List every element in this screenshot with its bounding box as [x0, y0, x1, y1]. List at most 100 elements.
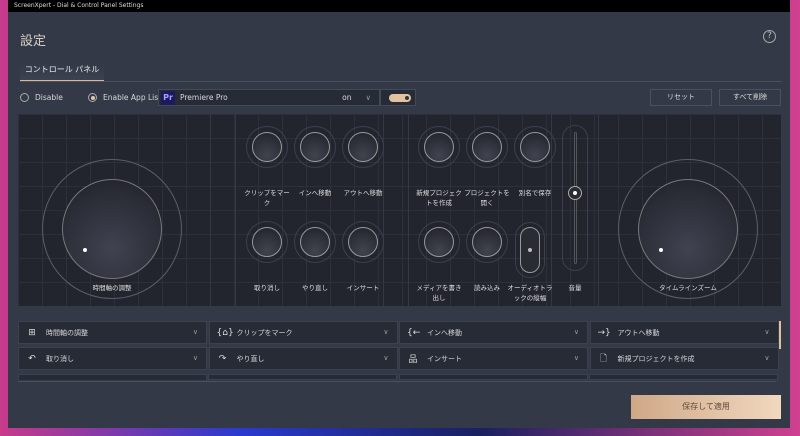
key-cap — [520, 132, 550, 162]
volume-slider[interactable] — [562, 125, 588, 271]
insert-icon: 品 — [408, 355, 418, 365]
key-cap — [252, 227, 282, 257]
page-title: 設定 — [20, 34, 47, 49]
key-label: プロジェクトを開く — [464, 189, 510, 207]
key-button[interactable] — [342, 126, 384, 168]
go-out-icon: →} — [597, 327, 611, 338]
app-state: on — [342, 93, 352, 102]
premiere-icon: Pr — [161, 90, 175, 105]
right-dial-label: タイムラインズーム — [659, 284, 717, 292]
key-cap — [348, 132, 378, 162]
assignment-label: クリップをマーク — [236, 328, 293, 337]
radio-icon — [20, 93, 29, 102]
key-label: インサート — [346, 284, 380, 292]
key-button[interactable] — [342, 221, 384, 263]
key-label: メディアを書き出し — [416, 284, 462, 302]
key-button[interactable] — [466, 126, 508, 168]
save-apply-button[interactable]: 保存して適用 — [631, 395, 781, 419]
assignment-dropdown[interactable]: ⊞ 時間軸の調整 ∨ — [18, 321, 207, 344]
key-cap — [348, 227, 378, 257]
rocker-label: オーディオトラックの縦幅 — [507, 284, 553, 302]
enable-label: Enable App List — [103, 93, 162, 102]
right-dial[interactable] — [618, 159, 758, 299]
key-cap — [300, 132, 330, 162]
assignment-dropdown[interactable]: 品インサート ∨ — [399, 347, 588, 370]
assignment-dropdown[interactable]: 🗋 新規プロジェクトを作成 ∨ — [589, 347, 779, 370]
reset-button[interactable]: リセット — [650, 89, 712, 106]
key-label: インへ移動 — [298, 189, 332, 197]
assignment-label: 取り消し — [46, 354, 74, 363]
undo-icon: ↶ — [28, 353, 36, 364]
assignment-label: 時間軸の調整 — [46, 328, 88, 337]
key-label: 別名で保存 — [518, 189, 552, 197]
tab-divider — [20, 81, 782, 82]
settings-window: ScreenXpert - Dial & Control Panel Setti… — [8, 0, 790, 428]
assignment-dropdown[interactable]: {⌂} クリップをマーク ∨ — [208, 321, 398, 344]
assignment-dropdown[interactable]: →} アウトへ移動 ∨ — [589, 321, 779, 344]
chevron-down-icon: ∨ — [192, 328, 198, 336]
slider-label: 音量 — [568, 284, 582, 292]
timeline-icon: ⊞ — [28, 327, 36, 338]
chevron-down-icon: ∨ — [365, 93, 372, 102]
key-label: アウトへ移動 — [343, 189, 383, 197]
partial-row — [18, 374, 207, 380]
redo-icon: ↷ — [218, 353, 227, 364]
assignment-label: インへ移動 — [427, 328, 462, 337]
mark-icon: {⌂} — [216, 327, 234, 338]
chevron-down-icon: ∨ — [192, 354, 198, 362]
rocker-switch[interactable] — [515, 222, 545, 278]
divider — [18, 381, 776, 382]
control-panel-preview: 時間軸の調整 タイムラインズーム オーディオトラックの縦幅 音量 クリップをマー… — [18, 114, 781, 306]
assignment-label: 新規プロジェクトを作成 — [617, 354, 695, 363]
disable-label: Disable — [35, 93, 63, 102]
key-cap — [472, 132, 502, 162]
new-file-icon: 🗋 — [599, 353, 608, 364]
chevron-down-icon: ∨ — [764, 328, 770, 336]
key-button[interactable] — [418, 221, 460, 263]
key-button[interactable] — [418, 126, 460, 168]
key-cap — [252, 132, 282, 162]
key-button[interactable] — [514, 126, 556, 168]
left-dial[interactable] — [42, 159, 182, 299]
key-label: 新規プロジェクトを作成 — [416, 189, 462, 207]
chevron-down-icon: ∨ — [383, 328, 389, 336]
assignment-dropdown[interactable]: ↶ 取り消し ∨ — [18, 347, 207, 370]
tab-control-panel[interactable]: コントロール パネル — [20, 64, 104, 81]
assignment-label: やり直し — [236, 354, 265, 363]
key-label: やり直し — [302, 284, 328, 292]
key-cap — [472, 227, 502, 257]
chevron-down-icon: ∨ — [383, 354, 389, 362]
disable-radio[interactable]: Disable — [20, 93, 63, 102]
key-button[interactable] — [246, 221, 288, 263]
key-button[interactable] — [466, 221, 508, 263]
chevron-down-icon: ∨ — [573, 328, 579, 336]
help-icon[interactable]: ? — [763, 30, 776, 43]
key-button[interactable] — [246, 126, 288, 168]
partial-row — [208, 374, 397, 380]
assignment-dropdown[interactable]: ↷ やり直し ∨ — [208, 347, 398, 370]
key-label: クリップをマーク — [244, 189, 290, 207]
key-button[interactable] — [294, 126, 336, 168]
partial-row — [589, 374, 778, 380]
app-name: Premiere Pro — [180, 93, 228, 102]
go-in-icon: {← — [407, 327, 421, 338]
app-toggle[interactable] — [380, 89, 416, 106]
scrollbar[interactable] — [779, 321, 781, 349]
assignment-label: インサート — [427, 354, 462, 363]
key-label: 読み込み — [474, 284, 500, 292]
assignment-dropdown[interactable]: {← インへ移動 ∨ — [399, 321, 588, 344]
assignment-label: アウトへ移動 — [617, 328, 660, 337]
toggle-knob — [389, 94, 411, 102]
chevron-down-icon: ∨ — [764, 354, 770, 362]
key-cap — [424, 227, 454, 257]
key-button[interactable] — [294, 221, 336, 263]
enable-app-list-radio[interactable]: Enable App List — [88, 93, 161, 102]
app-select[interactable]: Pr Premiere Pro on ∨ — [158, 89, 380, 106]
key-label: 取り消し — [254, 284, 280, 292]
key-cap — [424, 132, 454, 162]
title-bar: ScreenXpert - Dial & Control Panel Setti… — [8, 0, 790, 12]
partial-row — [399, 374, 588, 380]
key-cap — [300, 227, 330, 257]
chevron-down-icon: ∨ — [573, 354, 579, 362]
delete-all-button[interactable]: すべて削除 — [719, 89, 781, 106]
